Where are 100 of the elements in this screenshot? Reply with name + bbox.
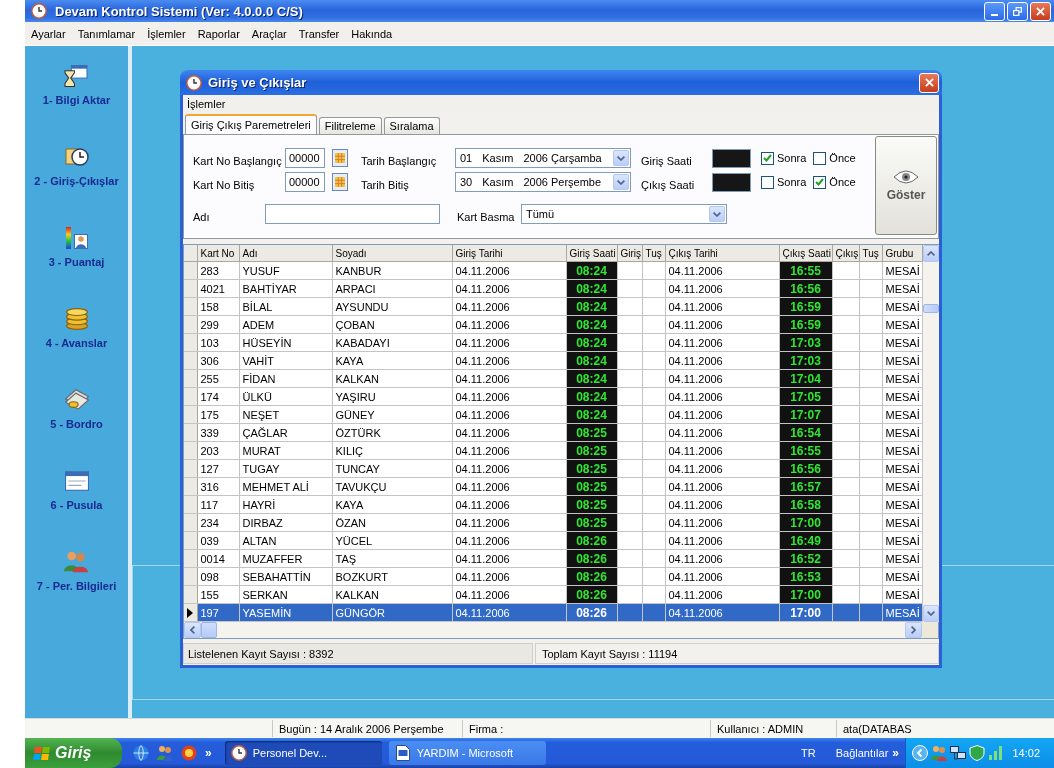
table-cell: VAHİT — [239, 351, 332, 370]
sidebar-item[interactable]: 3 - Puantaj — [48, 227, 105, 268]
table-cell: MESAİ — [882, 549, 922, 568]
table-cell: SERKAN — [239, 585, 332, 604]
field-label: Kart No Başlangıç — [193, 154, 283, 167]
table-cell: 039 — [197, 531, 239, 550]
column-header[interactable]: Giriş — [617, 245, 642, 262]
table-cell: 04.11.2006 — [665, 351, 779, 370]
restore-button[interactable] — [1007, 1, 1028, 21]
checkbox[interactable] — [813, 175, 827, 189]
close-icon — [1036, 6, 1045, 16]
input-field[interactable]: 00000 — [285, 148, 325, 168]
column-header[interactable]: Çıkış Saati — [779, 245, 832, 262]
scroll-left-button[interactable] — [184, 622, 201, 638]
grid-icon[interactable] — [332, 173, 348, 191]
table-cell: MESAİ — [882, 441, 922, 460]
table-cell: MESAİ — [882, 315, 922, 334]
menu-item[interactable]: Raporlar — [191, 27, 246, 40]
chevron-left-icon[interactable] — [912, 745, 928, 761]
column-header[interactable]: Giriş Tarihi — [452, 245, 566, 262]
language-indicator[interactable]: TR — [799, 746, 818, 760]
column-header[interactable]: Tuş — [642, 245, 665, 262]
date-dropdown[interactable]: 01 Kasım 2006 Çarşamba — [455, 148, 631, 168]
taskbar-button[interactable]: YARDIM - Microsoft — [388, 741, 546, 765]
menu-item[interactable]: Ayarlar — [25, 27, 72, 40]
dropdown-button[interactable] — [613, 150, 629, 166]
links-toolbar[interactable]: Bağlantılar — [835, 747, 889, 759]
table-cell: GÜNEY — [332, 405, 452, 424]
column-header[interactable]: Adı — [239, 245, 332, 262]
menu-item[interactable]: Transfer — [292, 27, 346, 40]
start-button[interactable]: Giriş — [25, 738, 122, 768]
menu-item[interactable]: Tanımlamar — [71, 27, 142, 40]
table-cell: KABADAYI — [332, 333, 452, 352]
tab[interactable]: Giriş Çıkış Paremetreleri — [185, 114, 317, 134]
table-cell: ÇOBAN — [332, 315, 452, 334]
scroll-right-button[interactable] — [905, 622, 922, 638]
field-label: Tarih Başlangıç — [361, 154, 438, 167]
menu-item[interactable]: İşlemler — [141, 27, 192, 40]
minimize-button[interactable] — [984, 1, 1005, 21]
sidebar-item[interactable]: 7 - Per. Bilgileri — [36, 551, 117, 592]
dropdown-button[interactable] — [709, 206, 725, 222]
table-cell: DIRBAZ — [239, 513, 332, 532]
table-cell: 255 — [197, 369, 239, 388]
sidebar-item[interactable]: 6 - Pusula — [50, 470, 103, 511]
grid-icon[interactable] — [332, 149, 348, 167]
menu-item[interactable]: İşlemler — [183, 98, 230, 110]
sidebar-item[interactable]: 5 - Bordro — [50, 389, 103, 430]
close-button[interactable] — [1030, 1, 1051, 21]
checkbox[interactable] — [761, 175, 774, 189]
ball-icon[interactable] — [181, 745, 197, 761]
bars-icon[interactable] — [988, 745, 1004, 761]
chevron-right-icon — [911, 626, 916, 634]
input-field[interactable]: 00000 — [285, 172, 325, 192]
tab[interactable]: Sıralama — [383, 117, 440, 134]
column-header[interactable]: Çıkış — [832, 245, 859, 262]
network-icon[interactable] — [950, 745, 966, 761]
sidebar-item[interactable]: 4 - Avanslar — [45, 308, 108, 349]
table-cell: 098 — [197, 567, 239, 586]
menu-item[interactable]: Araçlar — [245, 27, 293, 40]
banknotes-icon — [64, 389, 89, 411]
column-header[interactable]: Soyadı — [332, 245, 452, 262]
table-cell: 04.11.2006 — [665, 297, 779, 316]
checkbox[interactable] — [761, 151, 774, 165]
time-field[interactable] — [712, 172, 751, 192]
checkbox-option[interactable]: Önce — [813, 151, 856, 165]
flag-icon — [33, 745, 50, 761]
table-cell: MEHMET ALİ — [239, 477, 332, 496]
more-button[interactable]: » — [205, 746, 212, 760]
time-field[interactable] — [712, 148, 751, 168]
document-icon — [394, 745, 411, 761]
table-cell: 04.11.2006 — [452, 441, 566, 460]
column-header[interactable]: Grubu — [882, 245, 922, 262]
column-header[interactable]: Çıkış Tarihi — [665, 245, 779, 262]
column-header[interactable]: Tuş — [859, 245, 882, 262]
checkbox-option[interactable]: Önce — [813, 175, 856, 189]
input-field[interactable] — [265, 204, 440, 224]
dropdown[interactable]: Tümü — [521, 204, 727, 224]
dropdown-button[interactable] — [613, 174, 629, 190]
dialog-title: Giriş ve Çıkışlar — [208, 75, 307, 90]
checkbox-option[interactable]: Sonra — [761, 175, 807, 189]
scrollbar-thumb[interactable] — [201, 622, 217, 638]
taskbar-button[interactable]: Personel Dev... — [224, 741, 382, 765]
globe-icon[interactable] — [133, 745, 149, 761]
scrollbar-thumb[interactable] — [922, 304, 939, 313]
table-cell: 04.11.2006 — [665, 261, 779, 280]
sidebar-item[interactable]: 1- Bilgi Aktar — [42, 65, 111, 106]
table-cell: 04.11.2006 — [452, 549, 566, 568]
close-button[interactable] — [919, 72, 939, 93]
more-button[interactable]: » — [892, 746, 899, 760]
table-cell: SEBAHATTİN — [239, 567, 332, 586]
column-header[interactable]: Kart No — [197, 245, 239, 262]
show-button[interactable]: Göster — [875, 136, 937, 235]
tab[interactable]: Filitreleme — [318, 117, 382, 134]
people-icon[interactable] — [157, 745, 173, 761]
column-header[interactable]: Giriş Saati — [566, 245, 617, 262]
checkbox-option[interactable]: Sonra — [761, 151, 807, 165]
sidebar-item[interactable]: 2 - Giriş-Çıkışlar — [34, 146, 119, 187]
date-dropdown[interactable]: 30 Kasım 2006 Perşembe — [455, 172, 631, 192]
menu-item[interactable]: Hakında — [345, 27, 399, 40]
checkbox[interactable] — [813, 151, 827, 165]
